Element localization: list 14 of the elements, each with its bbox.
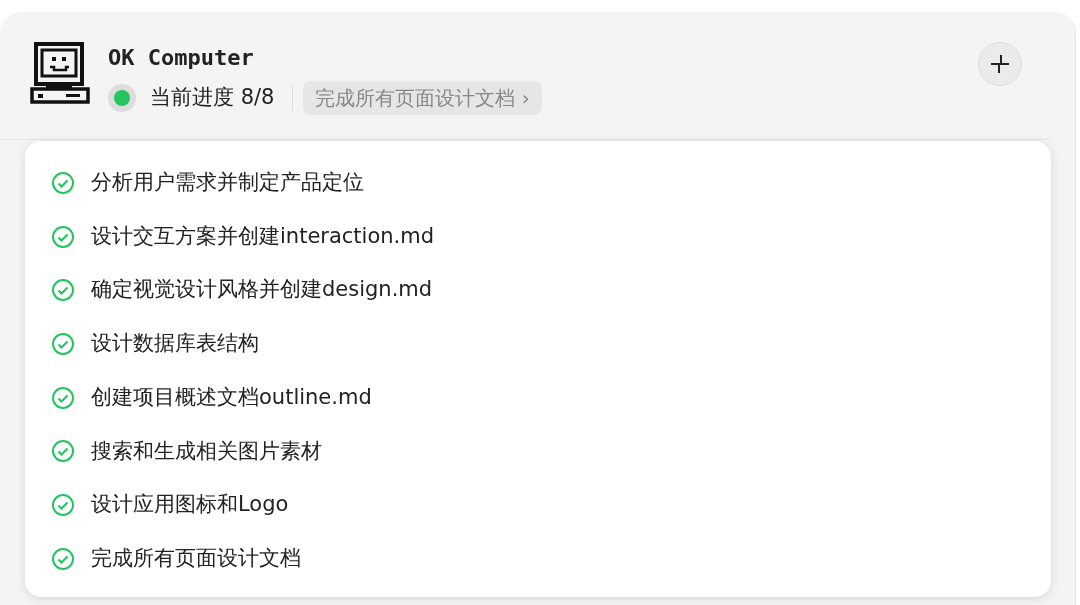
task-label: 搜索和生成相关图片素材 xyxy=(91,437,322,465)
task-label: 创建项目概述文档outline.md xyxy=(91,383,372,411)
app-title: OK Computer xyxy=(108,47,255,69)
collapse-button[interactable] xyxy=(978,42,1022,86)
progress-text: 当前进度 8/8 xyxy=(150,84,275,112)
current-task-button[interactable]: 完成所有页面设计文档 › xyxy=(303,81,542,115)
task-label: 设计交互方案并创建interaction.md xyxy=(91,222,435,250)
task-label: 设计应用图标和Logo xyxy=(91,491,289,519)
task-label: 设计数据库表结构 xyxy=(91,330,259,358)
task-label: 分析用户需求并制定产品定位 xyxy=(91,169,364,197)
task-label: 完成所有页面设计文档 xyxy=(91,544,301,572)
collapse-icon xyxy=(989,53,1011,75)
task-label: 确定视觉设计风格并创建design.md xyxy=(91,276,433,304)
computer-icon xyxy=(30,42,90,104)
